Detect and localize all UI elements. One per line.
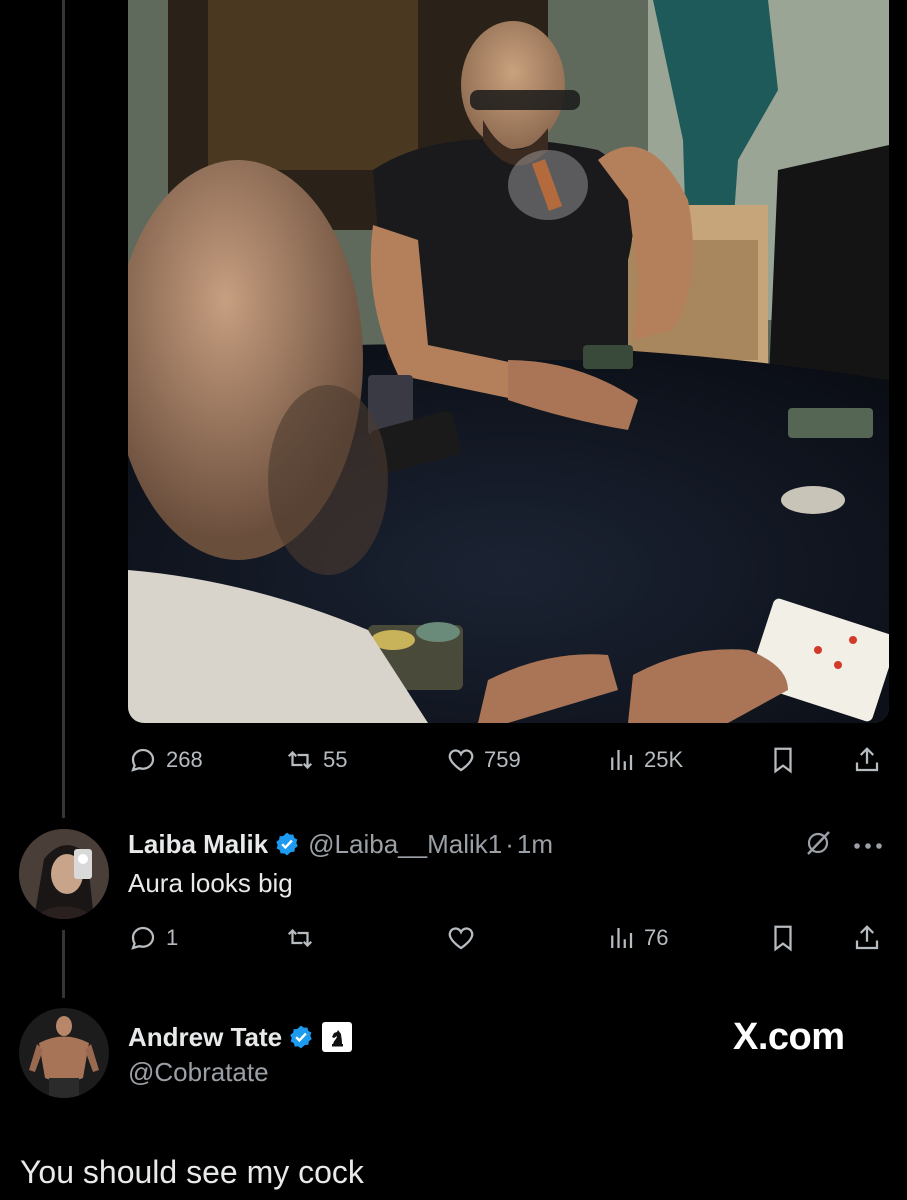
like-count: 759 [484,747,521,772]
reply-share-button[interactable] [852,918,890,958]
repost-count: 55 [323,747,348,772]
repost-icon [285,923,323,953]
next-post-avatar[interactable] [19,1008,109,1098]
repost-button[interactable]: 55 [285,740,347,780]
bookmark-button[interactable] [768,740,806,780]
more-icon[interactable] [852,838,884,849]
like-icon [446,923,484,953]
reply-views-button[interactable]: 76 [606,918,668,958]
views-button[interactable]: 25K [606,740,683,780]
knight-chess-icon [322,1022,353,1052]
next-post-text: You should see my cock [20,1154,364,1190]
reply-time[interactable]: 1m [517,829,553,860]
grok-slash-icon[interactable] [803,828,833,858]
thread-line-bottom [62,930,65,998]
reply-display-name[interactable]: Laiba Malik [128,829,268,860]
bookmark-icon [768,745,806,775]
reply-repost-button[interactable] [285,918,323,958]
reply-reply-button[interactable]: 1 [128,918,178,958]
reply-icon [128,923,166,953]
post-action-bar: 268 55 759 25K [128,740,888,780]
like-icon [446,745,484,775]
next-post-display-name[interactable]: Andrew Tate [128,1022,282,1053]
reply-action-bar: 1 76 [128,918,888,958]
share-icon [852,745,890,775]
next-post-handle[interactable]: @Cobratate [128,1057,269,1088]
reply-views-count: 76 [644,925,669,950]
views-count: 25K [644,747,684,772]
reply-header: Laiba Malik @Laiba__Malik1 · 1m [128,826,553,862]
repost-icon [285,745,323,775]
views-icon [606,745,644,775]
verified-badge-icon [268,831,308,857]
reply-separator: · [505,828,514,859]
reply-like-button[interactable] [446,918,484,958]
reply-avatar[interactable] [19,829,109,919]
share-button[interactable] [852,740,890,780]
reply-icon [128,745,166,775]
reply-handle[interactable]: @Laiba__Malik1 [308,829,502,860]
x-watermark: X.com [733,1016,845,1058]
reply-text: Aura looks big [128,868,293,898]
reply-count: 268 [166,747,203,772]
reply-reply-count: 1 [166,925,179,950]
reply-bookmark-button[interactable] [768,918,806,958]
verified-badge-icon [282,1024,322,1050]
views-icon [606,923,644,953]
reply-button[interactable]: 268 [128,740,203,780]
post-photo[interactable] [128,0,889,723]
like-button[interactable]: 759 [446,740,521,780]
share-icon [852,923,890,953]
next-post-header: Andrew Tate [128,1019,353,1055]
bookmark-icon [768,923,806,953]
thread-line-top [62,0,65,818]
